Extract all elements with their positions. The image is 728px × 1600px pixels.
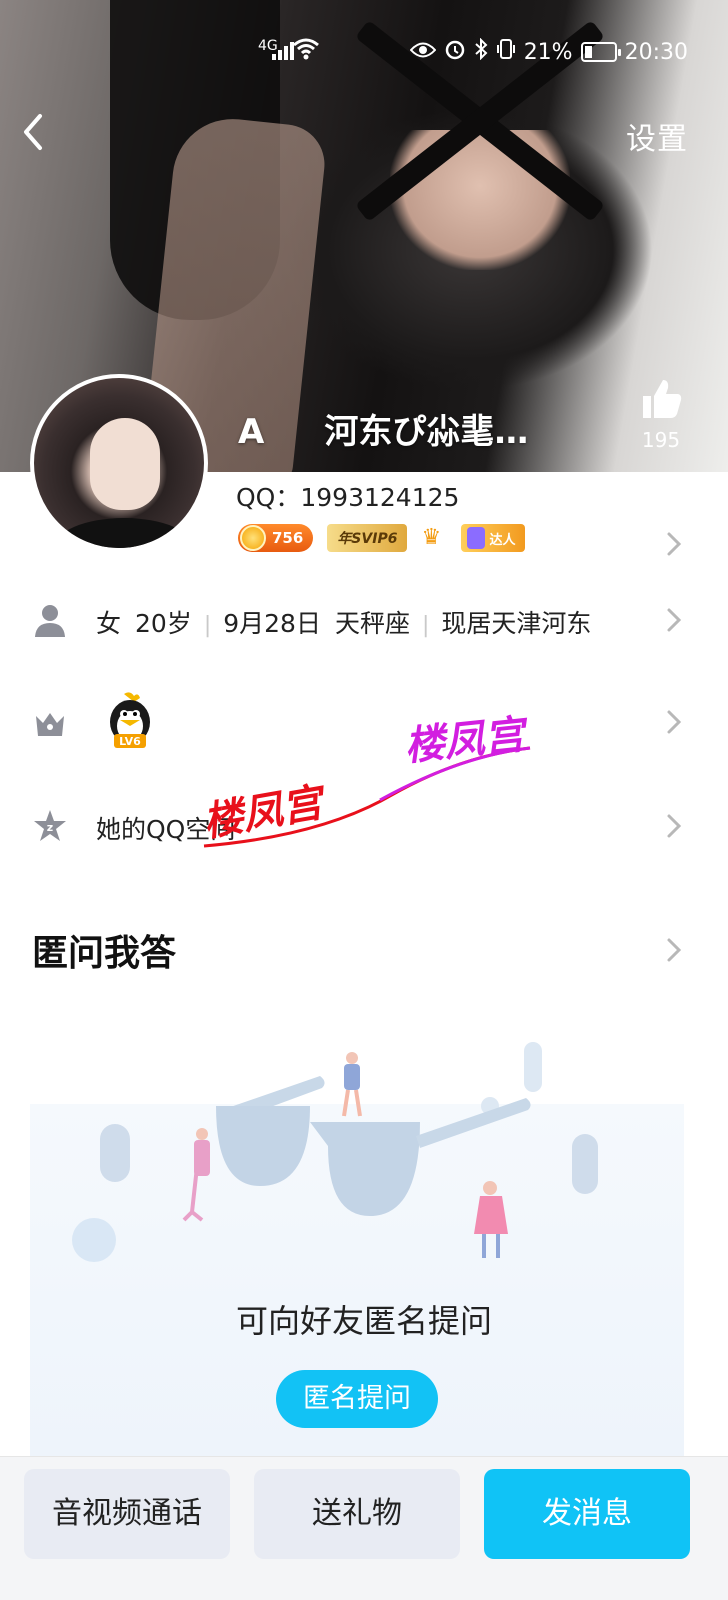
clock: 20:30 [624,39,688,65]
like-button[interactable]: 195 [636,376,686,452]
avatar[interactable] [30,374,208,552]
coin-level-value: 756 [272,529,304,547]
profile-info-text: 女 20岁 | 9月28日 天秤座 | 现居天津河东 [96,604,591,640]
location: 现居天津河东 [441,609,592,638]
phone-icon [467,527,486,549]
settings-button[interactable]: 设置 [626,114,688,158]
divider: | [421,613,430,638]
svip-badge[interactable]: 年SVIP6 [327,524,408,552]
divider: | [203,613,212,638]
nickname-text: 河东ぴ尛靟… [324,412,529,452]
qzone-star-icon: z [32,808,68,844]
crown-icon[interactable]: ♛ [421,526,447,550]
badge-row[interactable]: 756 年SVIP6 ♛ 达人 [238,524,526,552]
qq-number-line: QQ：1993124125 [236,478,459,514]
like-count: 195 [641,428,681,452]
video-call-button[interactable]: 音视频通话 [24,1469,230,1559]
avatar-shirt [54,518,194,548]
back-button[interactable] [18,112,54,152]
qq-number: 1993124125 [300,483,460,512]
send-gift-button[interactable]: 送礼物 [254,1469,460,1559]
send-message-button[interactable]: 发消息 [484,1469,690,1559]
expert-badge[interactable]: 达人 [461,524,526,552]
bluetooth-icon [474,37,488,66]
qa-chevron-right-icon[interactable] [664,936,684,964]
signal-icon [272,40,294,60]
avatar-face [90,418,160,510]
coin-level-badge[interactable]: 756 [238,524,314,552]
battery-icon [580,42,621,62]
qq-penguin-level-icon: LV6 [104,690,156,752]
badge-row-chevron-icon[interactable] [664,530,684,558]
bottom-action-bar: 音视频通话 送礼物 发消息 [0,1456,728,1600]
status-right: 21% 20:30 [409,37,688,66]
qa-section-title[interactable]: 匿问我答 [32,924,176,976]
qa-hint: 可向好友匿名提问 [235,1302,492,1340]
chevron-left-icon [24,114,42,150]
person-icon [32,602,68,638]
gender: 女 [96,609,122,638]
coin-icon [240,525,266,551]
thumbs-up-icon [643,380,682,418]
alarm-icon [444,38,466,66]
chevron-right-icon [664,812,684,840]
qq-label: QQ： [236,483,301,512]
nickname-prefix: A [238,412,265,452]
ask-anonymous-button[interactable]: 匿名提问 [276,1370,438,1428]
profile-info-row[interactable]: 女 20岁 | 9月28日 天秤座 | 现居天津河东 [0,590,728,650]
crown-outline-icon [32,706,68,742]
vibrate-icon [496,38,516,66]
birthday: 9月28日 [223,609,321,638]
zodiac: 天秤座 [334,609,410,638]
age: 20岁 [135,609,192,638]
chevron-right-icon [664,606,684,634]
cover-figure [390,130,570,270]
eye-icon [409,40,437,65]
svg-text:z: z [47,821,53,834]
chevron-right-icon [664,708,684,736]
status-bar: 4G 21% 20:30 [0,36,728,70]
wifi-icon [292,36,320,66]
sunglasses-illustration [72,1042,598,1262]
battery-percent: 21% [523,39,573,65]
nickname: A 河东ぴ尛靟… [238,404,528,453]
level-text: LV6 [119,735,141,748]
expert-text: 达人 [489,532,516,548]
